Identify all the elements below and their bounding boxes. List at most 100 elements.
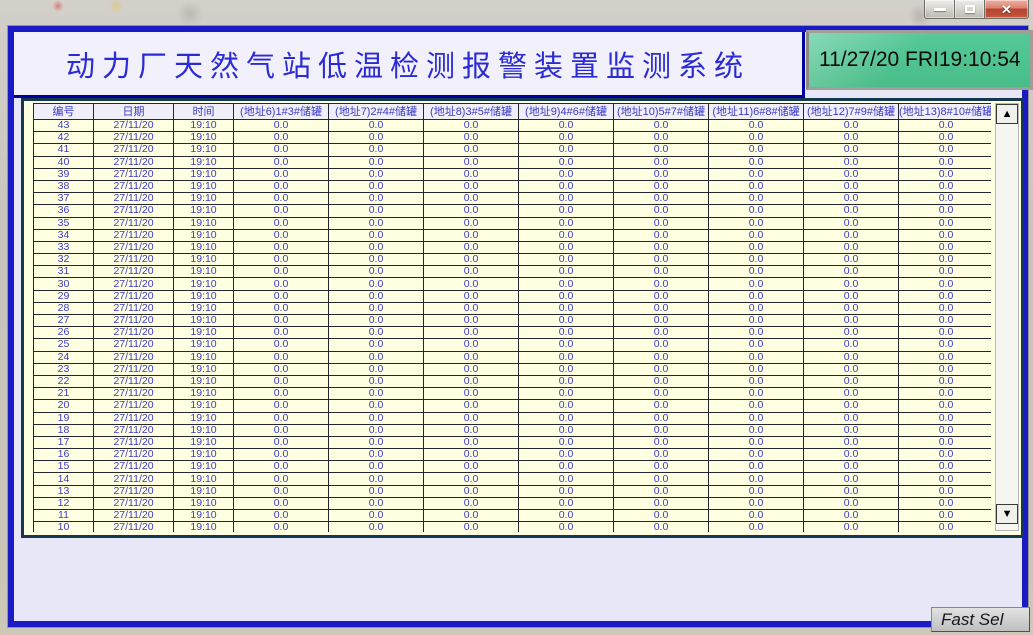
- close-button[interactable]: ✕: [985, 0, 1029, 19]
- value-cell: 0.0: [234, 254, 329, 266]
- value-cell: 0.0: [329, 375, 424, 387]
- value-cell: 0.0: [519, 424, 614, 436]
- row-number-cell: 18: [34, 424, 94, 436]
- row-number-cell: 31: [34, 266, 94, 278]
- value-cell: 0.0: [709, 351, 804, 363]
- time-cell: 19:10: [174, 132, 234, 144]
- time-cell: 19:10: [174, 363, 234, 375]
- value-cell: 0.0: [424, 522, 519, 532]
- maximize-icon: [965, 5, 975, 13]
- date-cell: 27/11/20: [94, 156, 174, 168]
- time-cell: 19:10: [174, 229, 234, 241]
- scroll-down-button[interactable]: ▼: [996, 504, 1018, 524]
- value-cell: 0.0: [709, 375, 804, 387]
- data-table: 编号日期时间(地址6)1#3#储罐(地址7)2#4#储罐(地址8)3#5#储罐(…: [33, 103, 991, 532]
- table-row: 3027/11/2019:100.00.00.00.00.00.00.00.0: [34, 278, 992, 290]
- value-cell: 0.0: [709, 241, 804, 253]
- date-cell: 27/11/20: [94, 436, 174, 448]
- page-title: 动力厂天然气站低温检测报警装置监测系统: [66, 43, 750, 85]
- value-cell: 0.0: [234, 424, 329, 436]
- value-cell: 0.0: [899, 400, 992, 412]
- value-cell: 0.0: [234, 278, 329, 290]
- value-cell: 0.0: [424, 144, 519, 156]
- value-cell: 0.0: [899, 156, 992, 168]
- date-cell: 27/11/20: [94, 424, 174, 436]
- row-number-cell: 29: [34, 290, 94, 302]
- value-cell: 0.0: [899, 120, 992, 132]
- column-header: 日期: [94, 104, 174, 120]
- time-cell: 19:10: [174, 120, 234, 132]
- value-cell: 0.0: [424, 241, 519, 253]
- value-cell: 0.0: [329, 144, 424, 156]
- value-cell: 0.0: [709, 120, 804, 132]
- value-cell: 0.0: [899, 522, 992, 532]
- column-header: (地址13)8#10#储罐: [899, 104, 992, 120]
- value-cell: 0.0: [234, 205, 329, 217]
- value-cell: 0.0: [234, 241, 329, 253]
- value-cell: 0.0: [424, 254, 519, 266]
- table-row: 3127/11/2019:100.00.00.00.00.00.00.00.0: [34, 266, 992, 278]
- value-cell: 0.0: [899, 254, 992, 266]
- row-number-cell: 40: [34, 156, 94, 168]
- value-cell: 0.0: [804, 436, 899, 448]
- time-cell: 19:10: [174, 254, 234, 266]
- maximize-button[interactable]: [955, 0, 985, 19]
- time-cell: 19:10: [174, 412, 234, 424]
- value-cell: 0.0: [329, 278, 424, 290]
- value-cell: 0.0: [234, 400, 329, 412]
- value-cell: 0.0: [709, 132, 804, 144]
- table-row: 4127/11/2019:100.00.00.00.00.00.00.00.0: [34, 144, 992, 156]
- value-cell: 0.0: [614, 497, 709, 509]
- value-cell: 0.0: [804, 339, 899, 351]
- time-cell: 19:10: [174, 266, 234, 278]
- table-row: 2527/11/2019:100.00.00.00.00.00.00.00.0: [34, 339, 992, 351]
- value-cell: 0.0: [234, 315, 329, 327]
- value-cell: 0.0: [234, 266, 329, 278]
- value-cell: 0.0: [614, 351, 709, 363]
- table-row: 1427/11/2019:100.00.00.00.00.00.00.00.0: [34, 473, 992, 485]
- time-cell: 19:10: [174, 290, 234, 302]
- table-wrap: 编号日期时间(地址6)1#3#储罐(地址7)2#4#储罐(地址8)3#5#储罐(…: [33, 103, 991, 532]
- value-cell: 0.0: [899, 449, 992, 461]
- value-cell: 0.0: [329, 217, 424, 229]
- value-cell: 0.0: [519, 241, 614, 253]
- value-cell: 0.0: [899, 375, 992, 387]
- value-cell: 0.0: [234, 144, 329, 156]
- value-cell: 0.0: [234, 351, 329, 363]
- value-cell: 0.0: [899, 193, 992, 205]
- value-cell: 0.0: [329, 497, 424, 509]
- value-cell: 0.0: [519, 266, 614, 278]
- row-number-cell: 35: [34, 217, 94, 229]
- value-cell: 0.0: [424, 473, 519, 485]
- value-cell: 0.0: [329, 266, 424, 278]
- datetime-display: 11/27/20 FRI 19:10:54: [806, 30, 1033, 90]
- value-cell: 0.0: [424, 156, 519, 168]
- value-cell: 0.0: [519, 254, 614, 266]
- value-cell: 0.0: [424, 120, 519, 132]
- fast-sel-button[interactable]: Fast Sel: [931, 607, 1030, 632]
- minimize-button[interactable]: [924, 0, 955, 19]
- value-cell: 0.0: [614, 388, 709, 400]
- date-cell: 27/11/20: [94, 217, 174, 229]
- value-cell: 0.0: [519, 449, 614, 461]
- row-number-cell: 43: [34, 120, 94, 132]
- value-cell: 0.0: [614, 217, 709, 229]
- value-cell: 0.0: [519, 375, 614, 387]
- time-cell: 19:10: [174, 241, 234, 253]
- row-number-cell: 13: [34, 485, 94, 497]
- time-cell: 19:10: [174, 375, 234, 387]
- column-header: 时间: [174, 104, 234, 120]
- date-cell: 27/11/20: [94, 315, 174, 327]
- value-cell: 0.0: [614, 485, 709, 497]
- value-cell: 0.0: [519, 473, 614, 485]
- scroll-up-button[interactable]: ▲: [996, 104, 1018, 124]
- value-cell: 0.0: [614, 302, 709, 314]
- value-cell: 0.0: [424, 388, 519, 400]
- value-cell: 0.0: [424, 327, 519, 339]
- row-number-cell: 15: [34, 461, 94, 473]
- value-cell: 0.0: [519, 302, 614, 314]
- vertical-scrollbar[interactable]: ▲ ▼: [995, 103, 1019, 531]
- value-cell: 0.0: [234, 363, 329, 375]
- value-cell: 0.0: [804, 473, 899, 485]
- value-cell: 0.0: [899, 144, 992, 156]
